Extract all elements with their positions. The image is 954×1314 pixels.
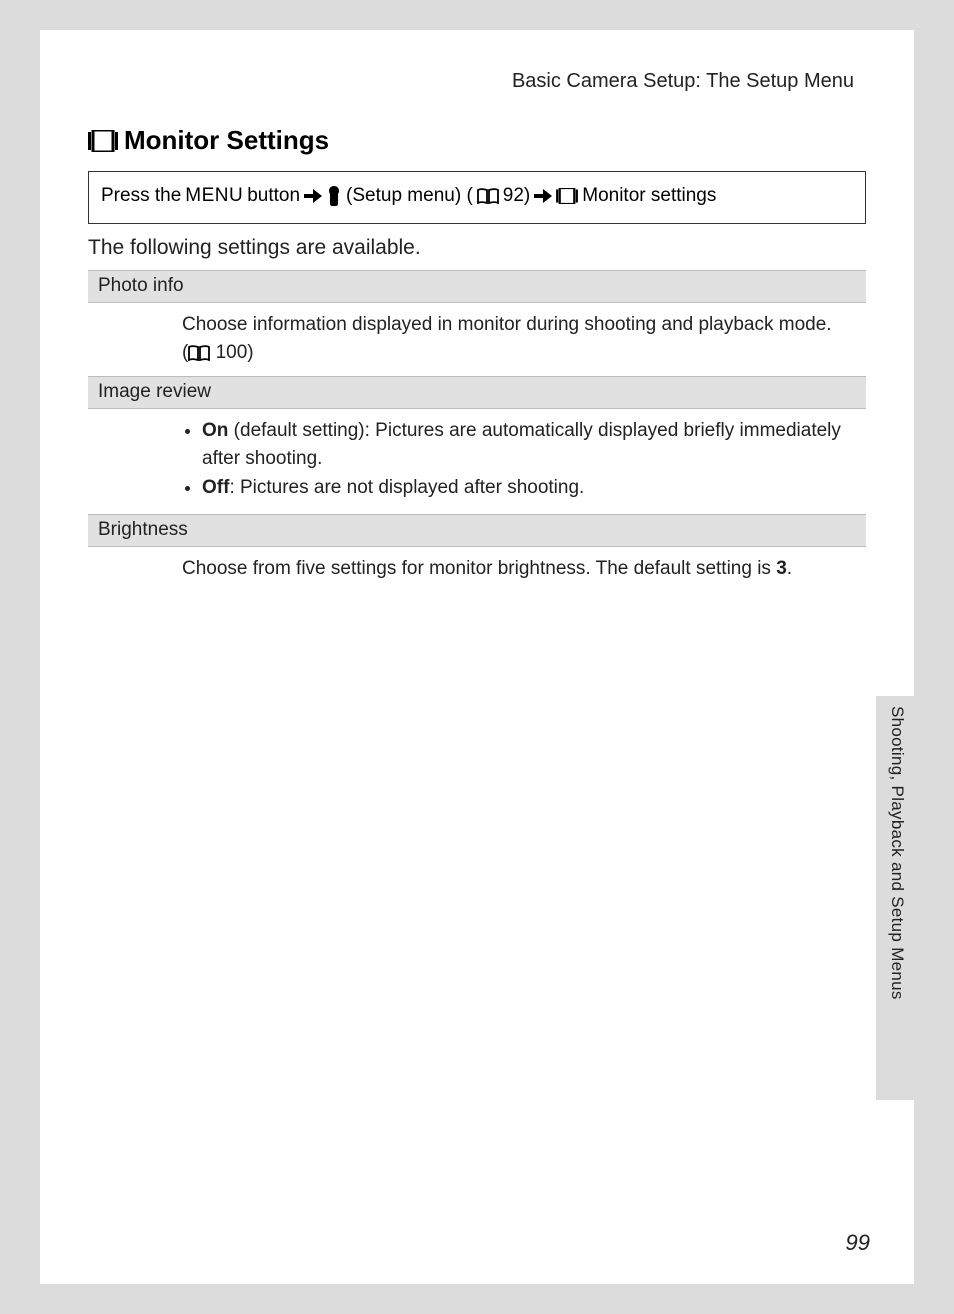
nav-page-ref-1: 92) — [503, 182, 530, 211]
photo-info-ref: ( 100) — [182, 339, 856, 367]
list-item: Off: Pictures are not displayed after sh… — [202, 474, 856, 502]
wrench-icon — [326, 186, 342, 206]
nav-text-button: button — [247, 182, 300, 211]
monitor-icon — [556, 188, 578, 204]
brightness-prefix: Choose from five settings for monitor br… — [182, 558, 776, 579]
arrow-right-icon — [534, 189, 552, 203]
off-label: Off — [202, 477, 229, 498]
nav-text-monitor-settings: Monitor settings — [582, 182, 716, 211]
monitor-icon — [88, 130, 118, 152]
row-body-image-review: On (default setting): Pictures are autom… — [88, 409, 866, 514]
photo-info-desc: Choose information displayed in monitor … — [182, 311, 856, 339]
off-text: : Pictures are not displayed after shoot… — [229, 477, 584, 498]
page-number: 99 — [846, 1230, 870, 1256]
settings-table: Photo info Choose information displayed … — [88, 270, 866, 592]
book-icon — [188, 345, 210, 361]
ref-page: 100) — [216, 342, 254, 363]
nav-text-press: Press the — [101, 182, 181, 211]
row-body-brightness: Choose from five settings for monitor br… — [88, 547, 866, 593]
brightness-suffix: . — [787, 558, 792, 579]
breadcrumb: Basic Camera Setup: The Setup Menu — [512, 70, 854, 93]
arrow-right-icon — [304, 189, 322, 203]
row-header-photo-info: Photo info — [88, 270, 866, 303]
row-header-brightness: Brightness — [88, 514, 866, 547]
row-header-image-review: Image review — [88, 376, 866, 409]
book-icon — [477, 188, 499, 204]
intro-text: The following settings are available. — [88, 236, 421, 260]
menu-button-label: MENU — [185, 182, 243, 211]
on-label: On — [202, 420, 228, 441]
nav-text-setup: (Setup menu) ( — [346, 182, 473, 211]
list-item: On (default setting): Pictures are autom… — [202, 417, 856, 472]
brightness-default: 3 — [776, 558, 787, 579]
section-heading-text: Monitor Settings — [124, 125, 329, 156]
row-body-photo-info: Choose information displayed in monitor … — [88, 303, 866, 376]
page-container: Basic Camera Setup: The Setup Menu Monit… — [40, 30, 914, 1284]
navigation-path-box: Press the MENU button (Setup menu) ( 92) — [88, 171, 866, 224]
on-text: (default setting): Pictures are automati… — [202, 420, 841, 469]
side-section-label: Shooting, Playback and Setup Menus — [887, 706, 907, 1000]
section-heading: Monitor Settings — [88, 125, 329, 156]
